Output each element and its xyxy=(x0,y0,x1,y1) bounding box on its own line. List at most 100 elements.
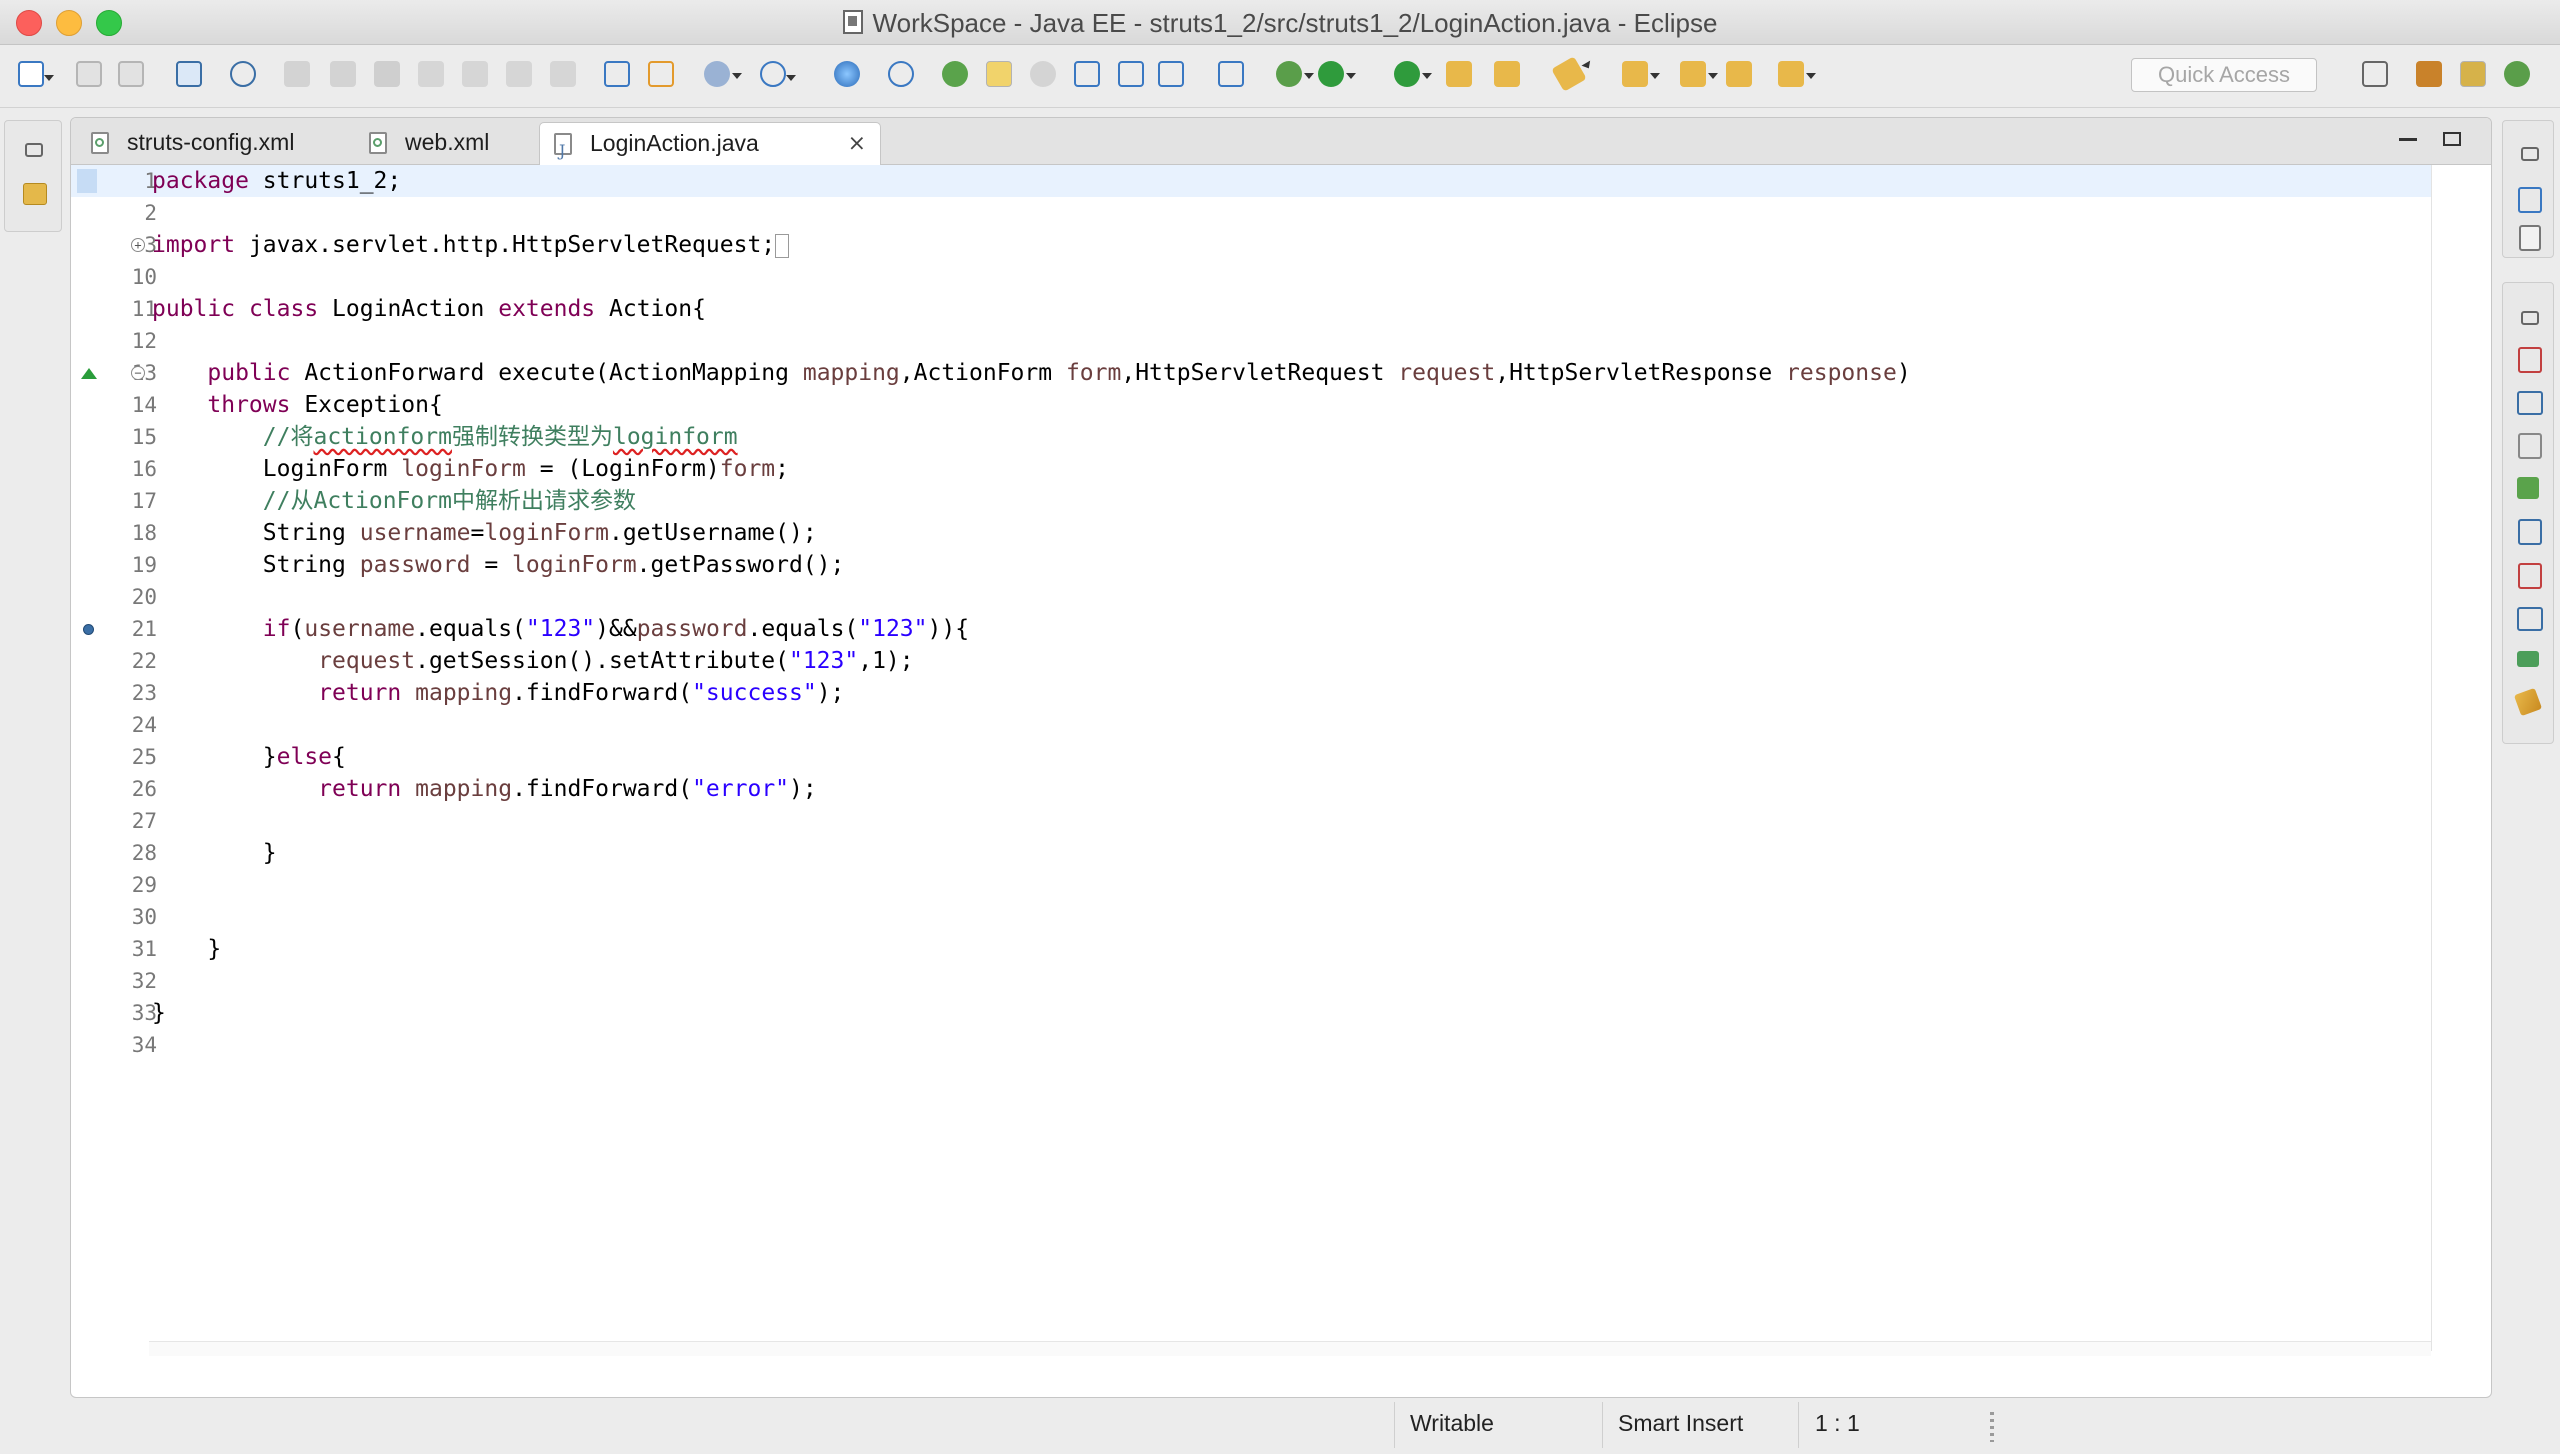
collapse-fold-icon[interactable]: − xyxy=(131,366,145,380)
display-icon[interactable] xyxy=(176,61,202,87)
snippets-icon[interactable] xyxy=(2518,519,2542,545)
tab-struts-config-xml[interactable]: struts-config.xml xyxy=(77,122,347,164)
code-line[interactable]: 11 public class LoginAction extends Actio… xyxy=(71,293,2431,325)
code-line[interactable]: 13− public ActionForward execute(ActionM… xyxy=(71,357,2431,389)
code-text[interactable]: String password = loginForm.getPassword(… xyxy=(152,549,845,581)
previous-annotation-icon[interactable] xyxy=(1680,61,1718,87)
console-icon[interactable] xyxy=(2517,607,2543,631)
open-perspective-icon[interactable] xyxy=(2362,61,2388,87)
problems-icon[interactable] xyxy=(2518,563,2542,589)
code-line[interactable]: 25 }else{ xyxy=(71,741,2431,773)
pin-icon[interactable] xyxy=(1551,56,1587,92)
code-text[interactable]: //从ActionForm中解析出请求参数 xyxy=(152,485,636,517)
code-text[interactable]: String username=loginForm.getUsername(); xyxy=(152,517,817,549)
run-external-icon[interactable] xyxy=(1394,61,1432,87)
step-into-icon[interactable] xyxy=(462,61,488,87)
close-tab-icon[interactable]: ⨯ xyxy=(848,123,866,163)
task-icon[interactable] xyxy=(604,61,630,87)
code-line[interactable]: 33} xyxy=(71,997,2431,1029)
code-text[interactable]: LoginForm loginForm = (LoginForm)form; xyxy=(152,453,789,485)
code-line[interactable]: 14 throws Exception{ xyxy=(71,389,2431,421)
java-ee-perspective-icon[interactable] xyxy=(2416,61,2442,87)
step-over-icon[interactable] xyxy=(506,61,532,87)
package-explorer-icon[interactable] xyxy=(23,183,47,205)
progress-icon[interactable] xyxy=(2517,651,2539,667)
code-text[interactable]: import javax.servlet.http.HttpServletReq… xyxy=(152,229,790,261)
step-return-icon[interactable] xyxy=(550,61,576,87)
markers-icon[interactable] xyxy=(2518,347,2542,373)
code-text[interactable]: public ActionForward execute(ActionMappi… xyxy=(152,357,1910,389)
open-folder-2-icon[interactable] xyxy=(1494,61,1520,87)
restore-icon[interactable] xyxy=(2521,147,2539,161)
code-line[interactable]: 34 xyxy=(71,1029,2431,1061)
disconnect-icon[interactable] xyxy=(418,61,444,87)
debug-perspective-icon[interactable] xyxy=(2504,61,2530,87)
code-line[interactable]: 21 if(username.equals("123")&&password.e… xyxy=(71,613,2431,645)
code-text[interactable]: throws Exception{ xyxy=(152,389,442,421)
restore-icon[interactable] xyxy=(2521,311,2539,325)
code-line[interactable]: 16 LoginForm loginForm = (LoginForm)form… xyxy=(71,453,2431,485)
code-line[interactable]: 1 package struts1_2; xyxy=(71,165,2431,197)
back-icon[interactable] xyxy=(1778,61,1816,87)
code-line[interactable]: 12 xyxy=(71,325,2431,357)
new-java-class-icon[interactable] xyxy=(942,61,968,87)
open-type-icon[interactable] xyxy=(1074,61,1100,87)
properties-icon[interactable] xyxy=(2517,391,2543,415)
code-line[interactable]: 20 xyxy=(71,581,2431,613)
toggle-breadcrumb-icon[interactable] xyxy=(1030,61,1056,87)
override-marker-icon[interactable] xyxy=(81,368,97,379)
code-line[interactable]: 2 xyxy=(71,197,2431,229)
skip-breakpoints-icon[interactable] xyxy=(230,61,256,87)
code-text[interactable]: request.getSession().setAttribute("123",… xyxy=(152,645,913,677)
status-grip[interactable] xyxy=(1990,1412,1994,1442)
new-icon[interactable] xyxy=(18,61,54,87)
next-annotation-icon[interactable] xyxy=(1622,61,1660,87)
horizontal-scrollbar[interactable] xyxy=(149,1341,2431,1356)
code-text[interactable]: return mapping.findForward("error"); xyxy=(152,773,817,805)
code-line[interactable]: 26 return mapping.findForward("error"); xyxy=(71,773,2431,805)
task-list-icon[interactable] xyxy=(2519,225,2541,251)
servers-icon[interactable] xyxy=(2518,433,2542,459)
code-line[interactable]: 15 //将actionform强制转换类型为loginform xyxy=(71,421,2431,453)
tab-loginaction-java[interactable]: LoginAction.java ⨯ xyxy=(539,122,881,171)
outline-icon[interactable] xyxy=(2518,187,2542,213)
code-text[interactable]: //将actionform强制转换类型为loginform xyxy=(152,421,738,453)
new-server-icon[interactable] xyxy=(704,61,742,87)
code-line[interactable]: 32 xyxy=(71,965,2431,997)
show-whitespace-icon[interactable] xyxy=(1218,61,1244,87)
code-line[interactable]: 27 xyxy=(71,805,2431,837)
code-line[interactable]: 30 xyxy=(71,901,2431,933)
insert-mode-status[interactable]: Smart Insert xyxy=(1618,1410,1743,1437)
minimize-editor-icon[interactable] xyxy=(2399,138,2417,141)
save-all-icon[interactable] xyxy=(118,61,144,87)
code-text[interactable]: } xyxy=(152,837,277,869)
code-line[interactable]: 17 //从ActionForm中解析出请求参数 xyxy=(71,485,2431,517)
code-line[interactable]: 19 String password = loginForm.getPasswo… xyxy=(71,549,2431,581)
code-area[interactable]: 1 package struts1_2; 2 3 + import javax.servl… xyxy=(71,165,2431,1341)
suspend-icon[interactable] xyxy=(330,61,356,87)
code-text[interactable]: }else{ xyxy=(152,741,346,773)
code-line[interactable]: 23 return mapping.findForward("success")… xyxy=(71,677,2431,709)
terminate-icon[interactable] xyxy=(374,61,400,87)
data-source-icon[interactable] xyxy=(2517,477,2539,499)
code-text[interactable]: if(username.equals("123")&&password.equa… xyxy=(152,613,969,645)
code-line[interactable]: 29 xyxy=(71,869,2431,901)
save-icon[interactable] xyxy=(76,61,102,87)
debug-icon[interactable] xyxy=(1276,61,1314,87)
new-web-service-icon[interactable] xyxy=(760,61,796,87)
quick-access-input[interactable]: Quick Access xyxy=(2131,58,2317,92)
code-line[interactable]: 18 String username=loginForm.getUsername… xyxy=(71,517,2431,549)
code-text[interactable]: package struts1_2; xyxy=(152,165,401,197)
java-perspective-icon[interactable] xyxy=(2460,61,2486,87)
expand-fold-icon[interactable]: + xyxy=(131,238,145,252)
code-text[interactable]: } xyxy=(152,933,221,965)
code-text[interactable]: public class LoginAction extends Action{ xyxy=(152,293,706,325)
open-task-icon[interactable] xyxy=(1118,61,1144,87)
resume-icon[interactable] xyxy=(284,61,310,87)
toggle-block-icon[interactable] xyxy=(648,61,674,87)
code-line[interactable]: 3 + import javax.servlet.http.HttpServletR… xyxy=(71,229,2431,261)
maximize-editor-icon[interactable] xyxy=(2443,132,2461,146)
restore-icon[interactable] xyxy=(25,143,43,157)
code-line[interactable]: 31 } xyxy=(71,933,2431,965)
code-line[interactable]: 10 xyxy=(71,261,2431,293)
